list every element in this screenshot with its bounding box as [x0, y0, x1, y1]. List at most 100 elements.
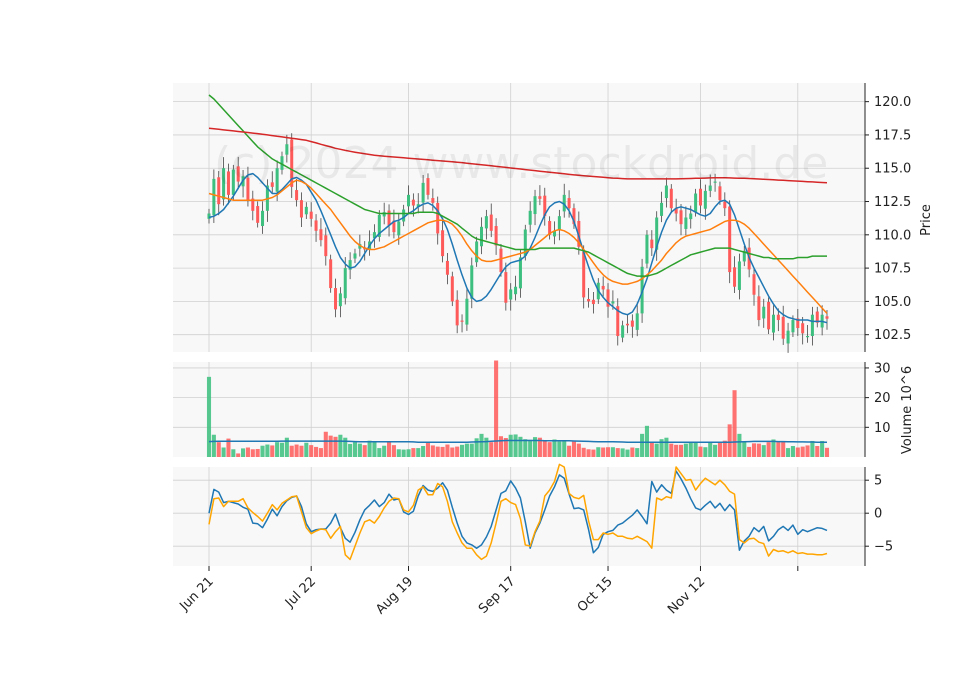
volume-bar	[387, 442, 392, 457]
candle-body	[402, 209, 406, 222]
volume-bar	[396, 449, 401, 457]
volume-bar	[489, 442, 494, 457]
price-panel-background	[173, 83, 865, 352]
candle-body	[514, 286, 518, 295]
volume-ytick-label-0: 10	[874, 421, 891, 436]
candle-body	[806, 336, 810, 338]
volume-bar	[484, 437, 489, 457]
candle-body	[261, 210, 265, 227]
candle-body	[728, 206, 732, 273]
candle-body	[621, 325, 625, 338]
candle-body	[338, 293, 342, 307]
xtick-label-1: Jul 22	[282, 574, 319, 611]
candle-body	[771, 314, 775, 333]
volume-bar	[795, 447, 800, 457]
volume-bar	[255, 448, 260, 457]
volume-bar	[464, 443, 469, 457]
volume-bar	[781, 441, 786, 457]
volume-bar	[727, 424, 732, 457]
volume-bar	[776, 442, 781, 457]
volume-bar	[557, 441, 562, 457]
candle-body	[343, 268, 347, 299]
volume-bar	[382, 445, 387, 457]
candle-body	[295, 190, 299, 201]
candle-body	[489, 214, 493, 231]
volume-bar	[713, 444, 718, 457]
volume-bar	[567, 445, 572, 457]
volume-bar	[751, 443, 757, 457]
volume-bar	[523, 439, 528, 457]
candle-body	[475, 241, 479, 263]
volume-bar	[241, 448, 246, 457]
candle-body	[460, 320, 464, 322]
volume-bar	[294, 444, 299, 457]
candle-body	[733, 267, 737, 287]
candle-body	[689, 213, 693, 220]
volume-bar	[445, 444, 450, 457]
volume-bar	[562, 440, 567, 457]
candle-body	[465, 298, 469, 325]
volume-bar	[289, 445, 294, 457]
candle-body	[397, 221, 401, 236]
volume-bar	[333, 436, 338, 457]
candle-body	[630, 320, 634, 327]
candle-body	[679, 210, 683, 225]
xtick-label-3: Sep 17	[476, 574, 519, 617]
volume-bar	[756, 443, 761, 457]
volume-bar	[430, 445, 435, 457]
oscillator-ytick-label-0: −5	[874, 540, 893, 555]
volume-bar	[206, 376, 212, 457]
candle-body	[407, 194, 411, 207]
volume-bar	[479, 433, 484, 457]
volume-bar	[552, 439, 557, 457]
volume-bar	[542, 440, 547, 457]
xtick-label-2: Aug 19	[373, 574, 416, 617]
candle-body	[319, 229, 323, 241]
candle-body	[582, 251, 586, 298]
volume-bar	[216, 442, 221, 457]
volume-bar	[674, 444, 679, 457]
candle-body	[635, 313, 639, 330]
volume-bar	[747, 446, 752, 457]
candle-body	[314, 220, 318, 231]
volume-bar	[275, 442, 280, 457]
candle-body	[557, 216, 561, 230]
candle-body	[518, 257, 522, 289]
volume-bar	[717, 442, 722, 457]
price-ytick-label-4: 112.5	[874, 195, 911, 210]
candle-body	[776, 314, 780, 321]
volume-bar	[528, 439, 533, 457]
volume-bar	[508, 434, 513, 457]
volume-bar	[766, 442, 771, 457]
volume-bar	[494, 360, 499, 457]
candle-body	[484, 216, 488, 229]
volume-bar	[211, 434, 216, 457]
price-ytick-label-0: 102.5	[874, 328, 911, 343]
candle-body	[645, 234, 649, 264]
xtick-label-0: Jun 21	[177, 574, 217, 614]
volume-bar	[425, 443, 431, 457]
candle-body	[207, 213, 211, 219]
volume-bar	[615, 448, 620, 457]
volume-ytick-label-1: 20	[874, 391, 891, 406]
oscillator-panel: −5 0 5	[173, 463, 893, 566]
volume-bar	[601, 447, 606, 457]
oscillator-ytick-label-2: 5	[874, 474, 882, 489]
volume-bar	[304, 442, 309, 457]
candle-body	[801, 323, 805, 334]
volume-bar	[270, 445, 275, 457]
volume-bar	[421, 446, 426, 457]
candle-body	[752, 274, 756, 295]
candle-body	[533, 196, 537, 215]
price-axis-label: Price	[919, 204, 934, 236]
volume-bar	[688, 442, 693, 457]
candle-body	[757, 296, 761, 321]
candle-body	[825, 316, 829, 319]
volume-bar	[411, 448, 416, 457]
candle-body	[329, 259, 333, 289]
volume-bar	[708, 442, 713, 457]
candle-body	[767, 301, 771, 330]
volume-bar	[352, 442, 358, 457]
volume-bar	[469, 443, 474, 457]
volume-bar	[678, 444, 684, 457]
